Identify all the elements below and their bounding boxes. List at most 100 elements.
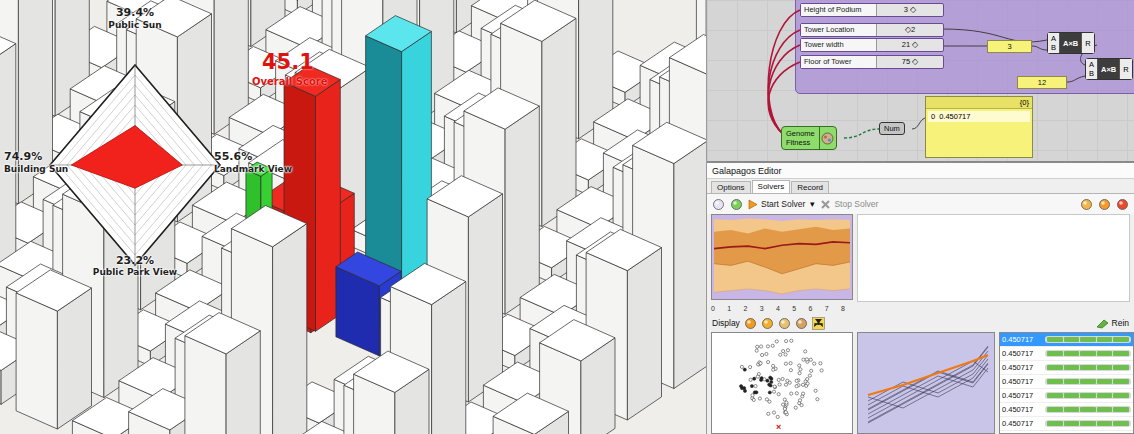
radar-label: Landmark View [214,164,292,174]
number-param[interactable]: Num [879,122,905,135]
gene-segment [1064,393,1080,398]
gene-segment [1080,365,1096,370]
start-solver-button[interactable]: Start Solver [748,199,805,210]
outer-lower-line [714,289,850,294]
gene-segment [1080,407,1096,412]
row-index: 0 [931,112,935,121]
genome-port: Fitness [786,138,815,147]
galapagos-editor: Galapagos EditorOptionsSolversRecordStar… [707,163,1134,434]
number-slider[interactable]: Height of Podium3 ◇ [800,3,944,17]
gene-segment [1097,337,1113,342]
x-tick: 5 [792,305,796,312]
gene-segment [1064,351,1080,356]
solution-row[interactable]: 0.450717 [1000,403,1133,417]
radar-reading: 74.9% [4,150,42,163]
multiply-component[interactable]: ABA×BR [1085,58,1133,80]
component-label: A×B [1098,59,1119,79]
genome-bar [1045,364,1131,371]
start-solver-menu[interactable]: ▾ [810,199,815,209]
gene-segment [1064,407,1080,412]
multiply-component[interactable]: ABA×BR [1047,32,1095,54]
viewport[interactable]: 39.4%Public Sun55.6%Landmark View23.2%Pu… [0,0,706,434]
tab[interactable]: Record [791,181,829,193]
radar-reading: 39.4% [116,6,154,19]
population-scatter: × [711,332,853,434]
x-tick: 8 [841,305,845,312]
radar-label: Public Sun [108,20,161,30]
solution-fitness: 0.450717 [1002,405,1042,414]
slider-value: 21 ◇ [877,39,943,51]
fitness-band [714,227,850,274]
panel-row: 0 0.450717 [928,111,1030,122]
panel[interactable]: 3 [987,40,1032,53]
x-tick: 1 [727,305,731,312]
gene-segment [1064,337,1080,342]
slider-value: 3 ◇ [877,4,943,16]
fitness-graph [712,215,852,299]
row-value: 0.450717 [939,112,970,121]
genome-bar [1045,420,1131,427]
gene-segment [1113,407,1129,412]
gene-segment [1047,393,1063,398]
genome-bar [1045,336,1131,343]
stop-solver-button[interactable]: Stop Solver [820,199,878,210]
display-bar: Display Rein [707,314,1134,332]
solution-row[interactable]: 0.450717 [1000,361,1133,375]
gene-segment [1097,407,1113,412]
tab[interactable]: Options [711,181,751,193]
display-mode-icon [761,317,774,330]
radar-area [71,126,182,189]
tab[interactable]: Solvers [752,180,791,193]
x-axis: 012345678 [707,302,849,314]
grasshopper-canvas[interactable]: Height of Podium3 ◇ Tower Location◇2Tower… [707,0,1134,163]
solution-list: 0.450717 0.450717 0.450717 0.450717 0.450717… [999,332,1134,434]
gene-segment [1113,393,1129,398]
radar-reading: 23.2% [116,254,154,267]
fitness-panel[interactable]: {0}00.450717 [925,96,1033,158]
number-slider[interactable]: Tower Location◇2 [800,23,944,37]
number-slider[interactable]: Floor of Tower75 ◇ [800,55,944,69]
gene-segment [1047,421,1063,426]
gene-segment [1080,421,1096,426]
gene-segment [1113,337,1129,342]
slider-label: Height of Podium [801,4,877,16]
gene-segment [1113,421,1129,426]
lower-line [714,261,850,274]
overall-score: 45.1 [262,50,314,74]
solution-fitness: 0.450717 [1002,419,1042,428]
radiation-icon [812,317,825,330]
display-mode-icon [744,317,757,330]
gene-segment [1047,379,1063,384]
number-slider[interactable]: Tower width21 ◇ [800,38,944,52]
solution-row[interactable]: 0.450717 [1000,417,1133,431]
x-tick: 6 [809,305,813,312]
gene-segment [1113,379,1129,384]
genome-bar [1045,378,1131,385]
gene-segment [1113,351,1129,356]
overall-score-label: Overall Score [252,76,328,87]
solution-fitness: 0.450717 [1002,335,1042,344]
solution-row[interactable]: 0.450717 [1000,389,1133,403]
solution-row[interactable]: 0.450717 [1000,333,1133,347]
gene-segment [1064,365,1080,370]
component-label: A×B [1060,33,1081,53]
galapagos-component[interactable]: GenomeFitness [781,126,837,150]
panel[interactable]: 12 [1017,76,1067,89]
input-port: B [1051,43,1056,52]
clock-icon [1080,198,1093,211]
reinstate-button[interactable]: Rein [1096,317,1129,329]
solution-fitness: 0.450717 [1002,363,1042,372]
gene-segment [1047,351,1063,356]
slider-value: 75 ◇ [877,56,943,68]
solution-fitness: 0.450717 [1002,391,1042,400]
solution-row[interactable]: 0.450717 [1000,347,1133,361]
chart-row [707,214,1134,302]
display-label: Display [712,318,740,328]
solution-row[interactable]: 0.450717 [1000,375,1133,389]
gene-segment [1080,393,1096,398]
radar-label: Public Park View [93,267,177,277]
gene-segment [1097,393,1113,398]
gene-segment [1064,421,1080,426]
fitness-band [714,218,850,294]
display-mode-icon [778,317,791,330]
